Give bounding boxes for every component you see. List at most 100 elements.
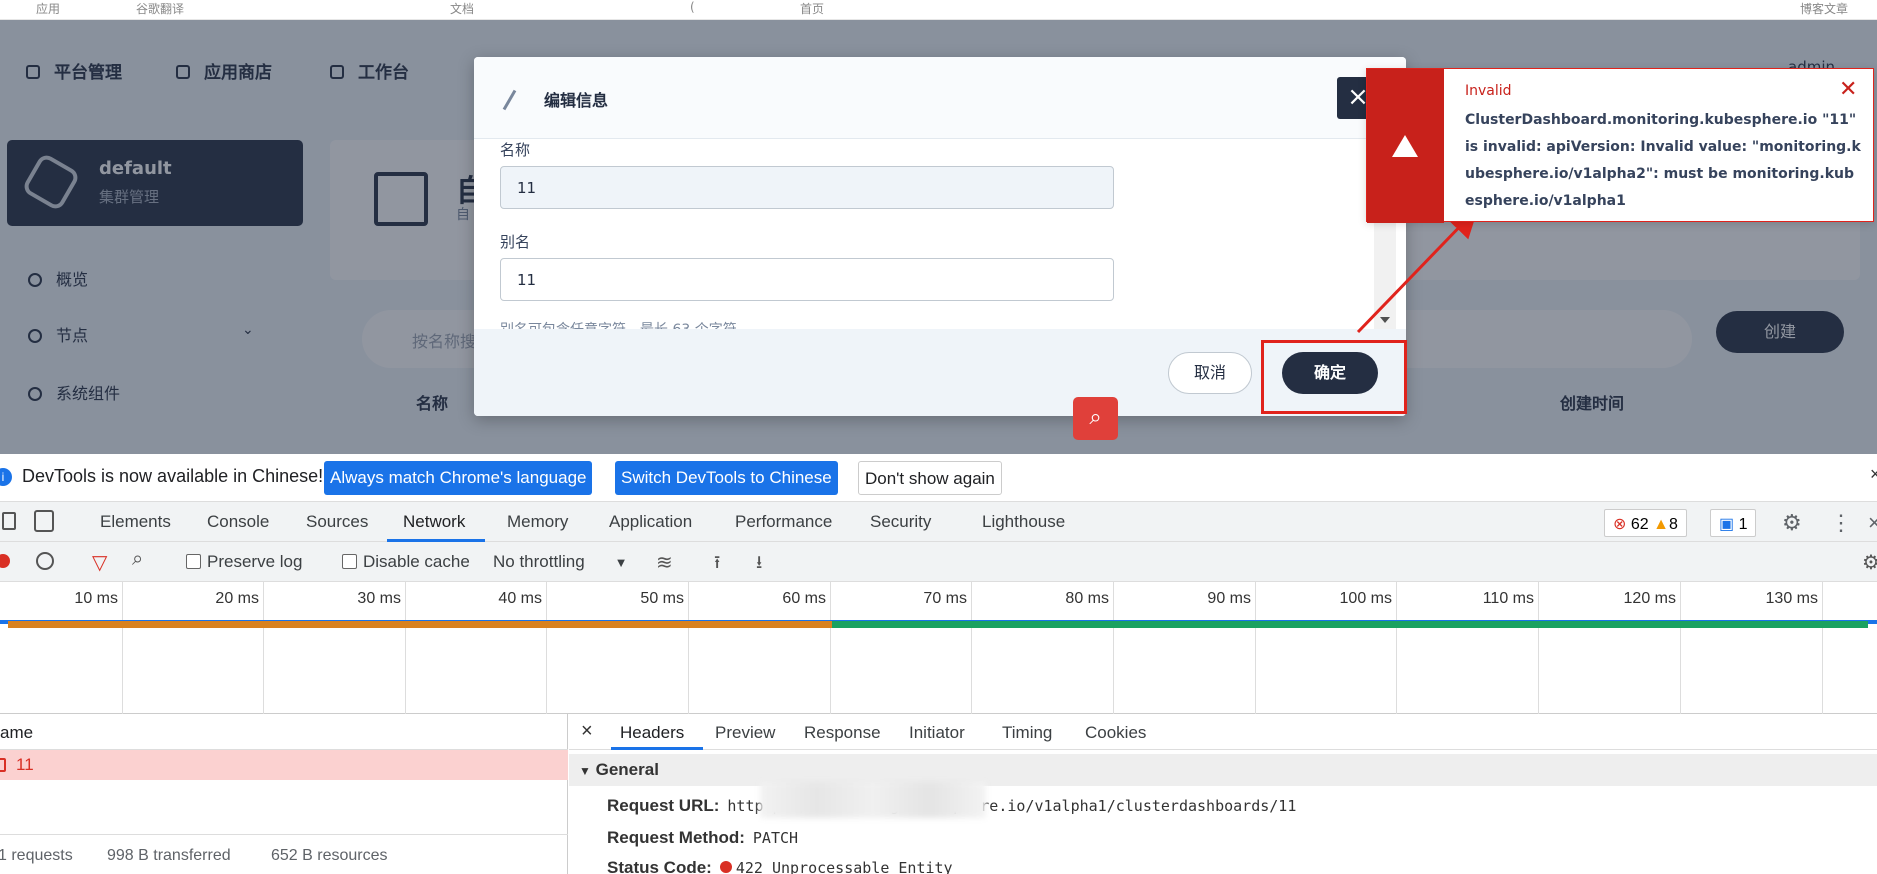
disable-cache-checkbox[interactable]: Disable cache	[342, 552, 470, 572]
close-icon[interactable]: ✕	[1839, 77, 1857, 102]
grid-line	[688, 582, 689, 714]
timeline-waiting-bar	[8, 621, 832, 628]
tab-preview[interactable]: Preview	[715, 723, 775, 743]
infobar-text: DevTools is now available in Chinese!	[22, 466, 324, 486]
search-icon[interactable]: ⌕	[132, 548, 143, 571]
time-tick: 110 ms	[1482, 590, 1534, 607]
warning-icon	[1392, 135, 1418, 157]
grid-line	[1538, 582, 1539, 714]
dont-show-again-button[interactable]: Don't show again	[858, 461, 1002, 495]
close-icon[interactable]: ×	[1870, 464, 1877, 485]
settings-icon[interactable]: ⚙	[1782, 510, 1802, 536]
grid-line	[1396, 582, 1397, 714]
grid-line	[1822, 582, 1823, 714]
time-tick: 40 ms	[498, 590, 542, 607]
device-toolbar-icon[interactable]	[34, 510, 54, 532]
tab-memory[interactable]: Memory	[507, 512, 568, 532]
error-icon: ⊗	[1613, 516, 1627, 533]
devtools-infobar: i DevTools is now available in Chinese! …	[0, 454, 1877, 502]
devtools-tabs: Elements Console Sources Network Memory …	[0, 502, 1877, 542]
request-method-row: Request Method: PATCH	[607, 828, 799, 847]
status-code: 422 Unprocessable Entity	[735, 859, 953, 874]
checkbox-icon	[186, 554, 201, 569]
time-tick: 60 ms	[782, 590, 826, 607]
warning-icon: ▲	[1653, 516, 1669, 533]
tab-initiator[interactable]: Initiator	[909, 723, 965, 743]
time-tick: 10 ms	[74, 590, 118, 607]
time-tick: 70 ms	[923, 590, 967, 607]
switch-chinese-button[interactable]: Switch DevTools to Chinese	[615, 461, 838, 495]
status-bar: 1 requests 998 B transferred 652 B resou…	[0, 834, 568, 874]
settings-icon[interactable]: ⚙	[1862, 550, 1877, 575]
request-list: ame 11 1 requests 998 B transferred 652 …	[0, 714, 568, 874]
info-icon: i	[0, 468, 12, 486]
throttling-select[interactable]: No throttling ▼	[493, 552, 628, 572]
notification-sidebar	[1367, 69, 1444, 223]
issues-badge[interactable]: ⊗ 62 ▲8	[1604, 509, 1687, 537]
grid-line	[830, 582, 831, 714]
detail-tabs: × Headers Preview Response Initiator Tim…	[569, 714, 1877, 750]
message-icon: ▣	[1719, 516, 1735, 533]
tab-headers[interactable]: Headers	[620, 723, 684, 743]
tab-performance[interactable]: Performance	[735, 512, 832, 532]
tab-lighthouse[interactable]: Lighthouse	[982, 512, 1065, 532]
status-code-row: Status Code: 422 Unprocessable Entity	[607, 858, 953, 874]
timeline-download-bar	[832, 621, 1868, 628]
filter-icon[interactable]: ▽	[92, 550, 107, 575]
grid-line	[1113, 582, 1114, 714]
tab-security[interactable]: Security	[870, 512, 931, 532]
checkbox-icon	[342, 554, 357, 569]
tab-response[interactable]: Response	[804, 723, 881, 743]
close-icon[interactable]: ×	[1868, 510, 1877, 536]
document-icon	[0, 758, 6, 772]
grid-line	[263, 582, 264, 714]
preserve-log-checkbox[interactable]: Preserve log	[186, 552, 302, 572]
grid-line	[1680, 582, 1681, 714]
close-icon[interactable]: ×	[581, 720, 593, 743]
network-timeline[interactable]: 10 ms 20 ms 30 ms 40 ms 50 ms 60 ms 70 m…	[0, 582, 1877, 714]
time-tick: 90 ms	[1207, 590, 1251, 607]
message-count: 1	[1738, 516, 1748, 533]
resources-size: 652 B resources	[271, 847, 388, 864]
tab-application[interactable]: Application	[609, 512, 692, 532]
network-conditions-icon[interactable]: ≋	[656, 550, 673, 575]
tab-network[interactable]: Network	[403, 512, 465, 532]
transferred-size: 998 B transferred	[107, 847, 231, 864]
import-har-icon[interactable]: ⭱	[714, 550, 720, 580]
record-icon[interactable]	[0, 554, 10, 568]
grid-line	[971, 582, 972, 714]
more-icon[interactable]: ⋮	[1830, 510, 1852, 536]
status-dot-icon	[719, 861, 732, 873]
grid-line	[546, 582, 547, 714]
tab-cookies[interactable]: Cookies	[1085, 723, 1146, 743]
inspect-icon[interactable]	[2, 512, 16, 530]
column-header-name[interactable]: ame	[0, 714, 568, 750]
tab-elements[interactable]: Elements	[100, 512, 171, 532]
notification-message: ClusterDashboard.monitoring.kubesphere.i…	[1465, 112, 1861, 209]
grid-line	[1255, 582, 1256, 714]
time-tick: 100 ms	[1339, 590, 1392, 607]
tab-console[interactable]: Console	[207, 512, 269, 532]
grid-line	[405, 582, 406, 714]
time-tick: 120 ms	[1623, 590, 1676, 607]
redacted-area	[760, 782, 986, 818]
request-count: 1 requests	[0, 847, 73, 864]
warning-count: 8	[1668, 516, 1678, 533]
dropdown-arrow-icon: ▼	[614, 555, 628, 570]
match-language-button[interactable]: Always match Chrome's language	[324, 461, 593, 495]
tab-timing[interactable]: Timing	[1002, 723, 1052, 743]
export-har-icon[interactable]: ⭳	[756, 550, 762, 580]
time-tick: 50 ms	[640, 590, 684, 607]
messages-badge[interactable]: ▣ 1	[1710, 509, 1757, 537]
clear-icon[interactable]	[36, 552, 54, 570]
request-method: PATCH	[752, 829, 799, 847]
time-tick: 20 ms	[215, 590, 259, 607]
error-count: 62	[1630, 516, 1649, 533]
network-toolbar: ▽ ⌕ Preserve log Disable cache No thrott…	[0, 542, 1877, 582]
time-tick: 130 ms	[1765, 590, 1818, 607]
active-tab-indicator	[611, 747, 703, 750]
notification-title: Invalid	[1465, 83, 1512, 99]
request-row[interactable]: 11	[0, 750, 568, 780]
collapse-icon: ▼	[579, 764, 591, 778]
tab-sources[interactable]: Sources	[306, 512, 368, 532]
